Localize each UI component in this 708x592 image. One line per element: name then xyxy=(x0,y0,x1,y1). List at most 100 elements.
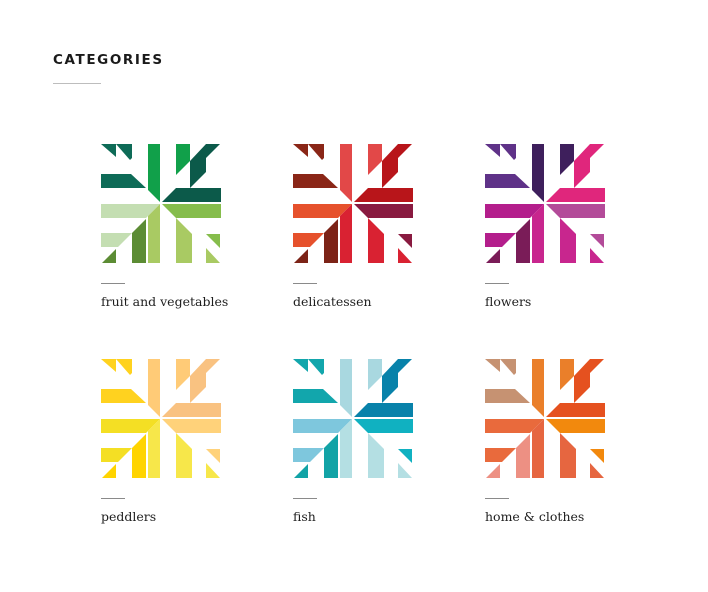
bar-right-upper xyxy=(162,188,221,202)
flowers-icon xyxy=(485,144,605,263)
home-clothes-icon xyxy=(485,359,605,478)
bar-right-lower xyxy=(354,204,413,218)
corner-triangle-tr xyxy=(206,144,220,158)
bar-top-left-a xyxy=(148,144,160,202)
delicatessen-icon xyxy=(293,144,413,263)
bar-right-lower xyxy=(354,419,413,433)
peddlers-icon xyxy=(101,359,221,478)
bar-left-upper xyxy=(101,389,146,403)
bar-bottom-left-a xyxy=(132,434,146,478)
wedge-tl xyxy=(308,144,324,160)
corner-triangle-br-b xyxy=(206,463,220,478)
category-card-home-and-clothes[interactable]: home & clothes xyxy=(485,358,635,538)
category-label: fish xyxy=(293,509,316,524)
corner-triangle-tr xyxy=(206,359,220,373)
wedge-tl xyxy=(116,144,132,160)
bar-top-right-a xyxy=(368,144,382,175)
bar-bottom-right-a xyxy=(560,218,576,263)
bar-top-left-a xyxy=(532,359,544,417)
bar-top-right-b xyxy=(190,144,206,188)
page-title: CATEGORIES xyxy=(53,52,164,68)
title-underline xyxy=(53,83,101,84)
bar-right-lower xyxy=(162,419,221,433)
corner-triangle-br-b xyxy=(590,248,604,263)
corner-triangle-tl xyxy=(485,144,500,157)
bar-bottom-left-a xyxy=(516,219,530,263)
corner-triangle-br-a xyxy=(398,449,412,463)
bar-top-right-b xyxy=(574,144,590,188)
wedge-bl xyxy=(485,233,516,247)
corner-triangle-tl xyxy=(293,359,308,372)
bar-left-upper xyxy=(485,389,530,403)
corner-triangle-tl xyxy=(293,144,308,157)
bar-bottom-left-a xyxy=(516,434,530,478)
bar-bottom-right-a xyxy=(368,218,384,263)
bar-bottom-right-a xyxy=(560,433,576,478)
bar-top-left-a xyxy=(340,144,352,202)
corner-triangle-bl xyxy=(294,249,308,263)
wedge-bl xyxy=(485,448,516,462)
corner-triangle-bl xyxy=(102,464,116,478)
corner-triangle-br-a xyxy=(590,449,604,463)
corner-triangle-br-b xyxy=(206,248,220,263)
bar-top-right-b xyxy=(382,144,398,188)
bar-right-lower xyxy=(546,204,605,218)
corner-triangle-tl xyxy=(101,144,116,157)
category-card-peddlers[interactable]: peddlers xyxy=(101,358,251,538)
corner-triangle-tl xyxy=(101,359,116,372)
corner-triangle-bl xyxy=(486,249,500,263)
category-card-flowers[interactable]: flowers xyxy=(485,143,635,323)
wedge-tl xyxy=(116,359,132,375)
fish-icon xyxy=(293,359,413,478)
corner-triangle-bl xyxy=(102,249,116,263)
corner-triangle-tr xyxy=(398,359,412,373)
bar-top-right-a xyxy=(176,359,190,390)
corner-triangle-bl xyxy=(294,464,308,478)
bar-left-upper xyxy=(293,174,338,188)
corner-triangle-br-b xyxy=(398,463,412,478)
category-divider xyxy=(293,498,317,499)
wedge-bl xyxy=(101,448,132,462)
category-card-fruit-and-vegetables[interactable]: fruit and vegetables xyxy=(101,143,251,323)
category-label: flowers xyxy=(485,294,532,309)
category-label: peddlers xyxy=(101,509,157,524)
corner-triangle-tl xyxy=(485,359,500,372)
bar-top-right-a xyxy=(560,359,574,390)
bar-top-right-b xyxy=(190,359,206,403)
bar-right-lower xyxy=(546,419,605,433)
category-label: delicatessen xyxy=(293,294,372,309)
bar-top-right-b xyxy=(574,359,590,403)
bar-bottom-left-a xyxy=(132,219,146,263)
wedge-bl xyxy=(293,233,324,247)
category-label: fruit and vegetables xyxy=(101,294,229,309)
bar-top-left-a xyxy=(532,144,544,202)
category-card-delicatessen[interactable]: delicatessen xyxy=(293,143,443,323)
bar-top-right-a xyxy=(176,144,190,175)
category-divider xyxy=(485,283,509,284)
corner-triangle-tr xyxy=(590,144,604,158)
bar-right-upper xyxy=(546,188,605,202)
corner-triangle-br-a xyxy=(590,234,604,248)
wedge-tl xyxy=(308,359,324,375)
bar-top-right-a xyxy=(560,144,574,175)
corner-triangle-br-a xyxy=(398,234,412,248)
bar-top-left-a xyxy=(148,359,160,417)
bar-right-lower xyxy=(162,204,221,218)
category-card-fish[interactable]: fish xyxy=(293,358,443,538)
bar-left-upper xyxy=(101,174,146,188)
bar-right-upper xyxy=(546,403,605,417)
bar-top-right-a xyxy=(368,359,382,390)
wedge-tl xyxy=(500,359,516,375)
wedge-bl xyxy=(293,448,324,462)
corner-triangle-br-a xyxy=(206,449,220,463)
bar-top-right-b xyxy=(382,359,398,403)
category-divider xyxy=(101,283,125,284)
bar-left-upper xyxy=(293,389,338,403)
corner-triangle-br-b xyxy=(398,248,412,263)
bar-right-upper xyxy=(354,403,413,417)
bar-bottom-left-a xyxy=(324,219,338,263)
category-divider xyxy=(101,498,125,499)
bar-bottom-right-a xyxy=(176,433,192,478)
corner-triangle-bl xyxy=(486,464,500,478)
corner-triangle-br-b xyxy=(590,463,604,478)
